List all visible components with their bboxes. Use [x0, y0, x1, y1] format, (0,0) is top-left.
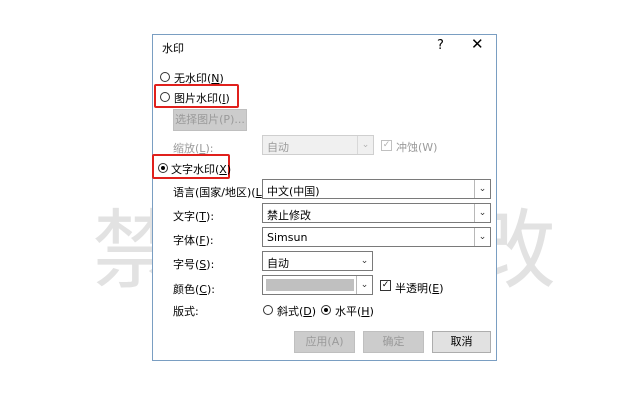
language-label: 语言(国家/地区)(L): — [173, 186, 270, 199]
font-value: Simsun — [267, 231, 308, 244]
text-value: 禁止修改 — [267, 209, 311, 222]
chevron-down-icon: ⌄ — [474, 228, 490, 246]
no-watermark-radio[interactable] — [160, 72, 170, 82]
color-swatch — [266, 279, 354, 291]
language-select[interactable]: 中文(中国) ⌄ — [262, 179, 491, 199]
size-label: 字号(S): — [173, 258, 215, 271]
font-label: 字体(F): — [173, 234, 214, 247]
ok-button[interactable]: 确定 — [363, 331, 424, 353]
diagonal-label[interactable]: 斜式(D) — [277, 303, 316, 319]
picture-watermark-radio[interactable] — [160, 92, 170, 102]
washout-label[interactable]: 冲蚀(W) — [396, 139, 437, 155]
horizontal-radio[interactable] — [321, 305, 331, 315]
layout-label: 版式: — [173, 305, 199, 318]
text-label: 文字(T): — [173, 210, 215, 223]
text-select[interactable]: 禁止修改 ⌄ — [262, 203, 491, 223]
text-watermark-radio[interactable] — [158, 163, 168, 173]
scale-value: 自动 — [267, 141, 289, 154]
scale-select[interactable]: 自动 ⌄ — [262, 135, 374, 155]
size-value: 自动 — [267, 257, 289, 270]
dialog-title: 水印 — [162, 42, 184, 55]
color-label: 颜色(C): — [173, 283, 215, 296]
size-select[interactable]: 自动 ⌄ — [262, 251, 373, 271]
semitransparent-label[interactable]: 半透明(E) — [395, 280, 444, 296]
diagonal-radio[interactable] — [263, 305, 273, 315]
text-watermark-label[interactable]: 文字水印(X) — [171, 161, 231, 177]
horizontal-label[interactable]: 水平(H) — [335, 303, 374, 319]
watermark-dialog: 水印 ? ✕ 无水印(N) 图片水印(I) 选择图片(P)... 缩放(L): … — [152, 34, 497, 361]
language-value: 中文(中国) — [267, 185, 320, 198]
select-picture-button[interactable]: 选择图片(P)... — [173, 109, 247, 131]
picture-watermark-label[interactable]: 图片水印(I) — [174, 90, 230, 106]
apply-button[interactable]: 应用(A) — [294, 331, 355, 353]
chevron-down-icon: ⌄ — [474, 180, 490, 198]
washout-checkbox[interactable]: ✓ — [381, 140, 392, 151]
semitransparent-checkbox[interactable]: ✓ — [380, 280, 391, 291]
chevron-down-icon: ⌄ — [356, 276, 372, 294]
cancel-button[interactable]: 取消 — [432, 331, 491, 353]
color-select[interactable]: ⌄ — [262, 275, 373, 295]
font-select[interactable]: Simsun ⌄ — [262, 227, 491, 247]
chevron-down-icon: ⌄ — [357, 136, 373, 154]
title-bar: 水印 ? ✕ — [153, 35, 496, 59]
chevron-down-icon: ⌄ — [360, 256, 369, 266]
close-button[interactable]: ✕ — [471, 35, 484, 53]
chevron-down-icon: ⌄ — [474, 204, 490, 222]
help-button[interactable]: ? — [437, 38, 444, 53]
